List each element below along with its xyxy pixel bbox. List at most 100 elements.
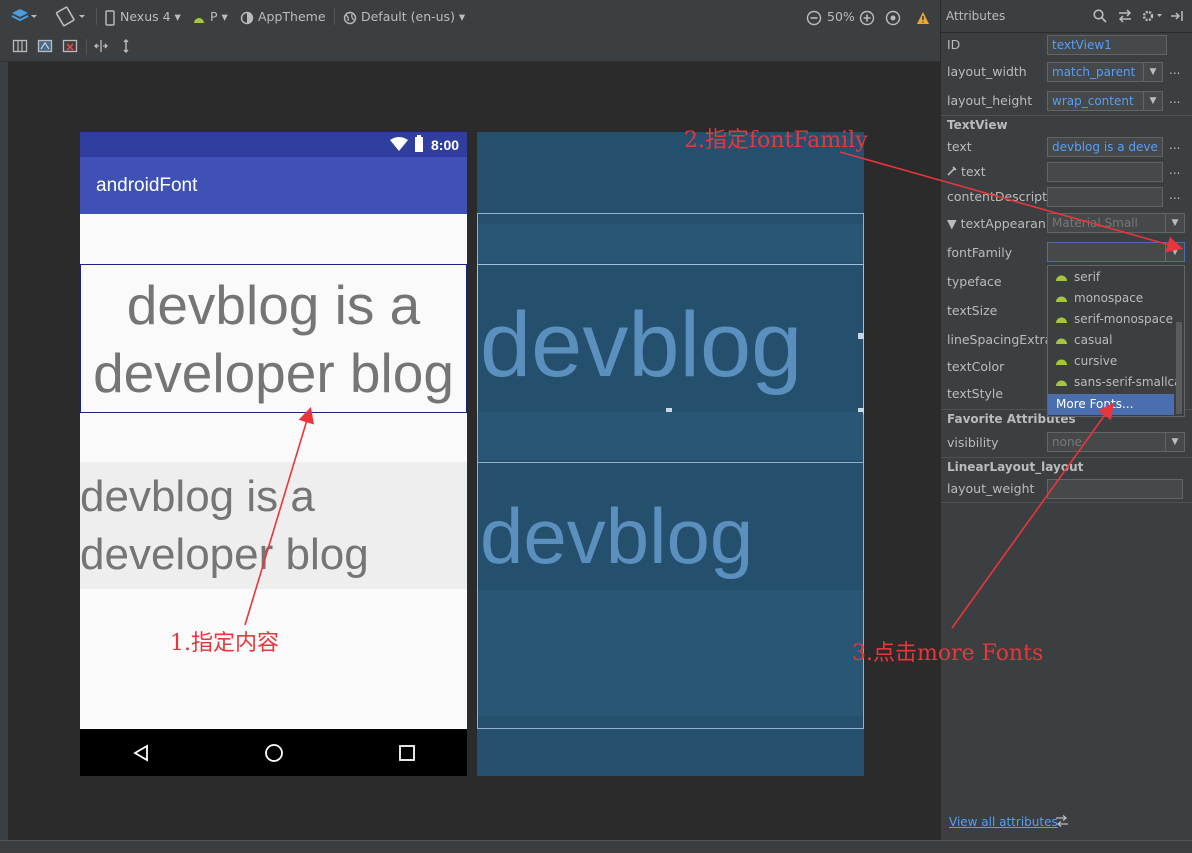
layout-height-more-button[interactable]: ... (1169, 92, 1180, 106)
font-option-monospace[interactable]: monospace (1048, 288, 1176, 309)
warning-icon[interactable] (916, 0, 930, 33)
zoom-fit-icon[interactable] (885, 0, 901, 33)
layout-width-select[interactable]: match_parent (1047, 62, 1149, 82)
blueprint-space-3 (478, 590, 863, 716)
zoom-in-icon[interactable] (859, 0, 875, 33)
tools-text-more-button[interactable]: ... (1169, 163, 1180, 177)
chevron-down-icon[interactable]: ▼ (1165, 432, 1185, 452)
more-fonts-item[interactable]: More Fonts... (1048, 394, 1174, 415)
app-bar: androidFont (80, 157, 467, 214)
navigation-bar (80, 729, 467, 776)
orientation-icon[interactable] (55, 0, 89, 33)
chevron-down-icon[interactable]: ▼ (1165, 242, 1185, 262)
visibility-select[interactable]: none (1047, 432, 1167, 452)
visibility-label: visibility (947, 435, 999, 450)
tools-text-label: text (961, 164, 986, 179)
textview-second[interactable]: devblog is a developer blog (80, 462, 467, 589)
dropdown-scrollbar[interactable] (1176, 322, 1182, 414)
android-icon (1056, 296, 1067, 302)
layout-height-select[interactable]: wrap_content (1047, 91, 1149, 111)
textview-selected[interactable]: devblog is a developer blog (80, 264, 467, 413)
android-icon (1056, 359, 1067, 365)
swap-icon[interactable] (1055, 815, 1069, 827)
battery-icon (415, 135, 423, 152)
text-appearance-select[interactable]: Material.Small (1047, 213, 1167, 233)
back-icon[interactable] (132, 744, 150, 762)
recents-icon[interactable] (398, 744, 416, 762)
font-option-casual[interactable]: casual (1048, 330, 1176, 351)
blueprint-space-1 (478, 224, 863, 262)
horizontal-guideline-icon[interactable] (93, 38, 109, 57)
annotation-step-3: 3.点击more Fonts (852, 641, 1044, 666)
text-label: text (947, 139, 972, 154)
typeface-label: typeface (947, 274, 1002, 289)
columns-icon[interactable] (12, 38, 28, 57)
attributes-panel: Attributes ID textView1 layout_width mat… (940, 0, 1192, 840)
text-color-label: textColor (947, 359, 1005, 374)
blueprint-textview1[interactable]: devblog (477, 264, 864, 413)
font-option-serif[interactable]: serif (1048, 267, 1176, 288)
wifi-icon (390, 137, 408, 151)
theme-icon (240, 11, 254, 24)
design-toolbar: Nexus 4 ▾ P ▾ AppTheme Default (en-us) ▾… (0, 0, 940, 34)
chevron-down-icon[interactable]: ▼ (1143, 91, 1163, 111)
textview1-text: devblog is a developer blog (93, 274, 454, 404)
text-more-button[interactable]: ... (1169, 138, 1180, 152)
locale-selector[interactable]: Default (en-us) ▾ (343, 0, 465, 33)
status-bar: 8:00 (80, 132, 467, 157)
settings-icon[interactable] (1141, 8, 1163, 24)
status-time: 8:00 (431, 137, 460, 153)
phone-preview[interactable]: 8:00 androidFont devblog is a developer … (80, 132, 467, 776)
device-selector[interactable]: Nexus 4 ▾ (104, 0, 181, 33)
content-description-field[interactable] (1047, 187, 1163, 207)
font-family-label: fontFamily (947, 245, 1013, 260)
font-option-serif-monospace[interactable]: serif-monospace (1048, 309, 1176, 330)
zoom-out-icon[interactable] (806, 0, 822, 33)
section-textview: TextView (947, 118, 1008, 132)
api-selector[interactable]: P ▾ (192, 0, 228, 33)
device-name: Nexus 4 (119, 9, 171, 24)
text-appearance-expander[interactable]: ▼ textAppearan (947, 216, 1046, 231)
blueprint-textview2[interactable]: devblog (477, 462, 864, 591)
font-family-dropdown[interactable]: serif monospace serif-monospace casual c… (1047, 265, 1185, 417)
chevron-down-icon[interactable]: ▼ (1165, 213, 1185, 233)
hide-panel-icon[interactable] (1169, 9, 1185, 23)
vertical-guideline-icon[interactable] (118, 38, 134, 57)
content-description-more-button[interactable]: ... (1169, 188, 1180, 202)
blueprint-text2: devblog (480, 492, 754, 580)
view-all-attributes-link[interactable]: View all attributes (949, 815, 1058, 829)
layout-weight-label: layout_weight (947, 481, 1035, 496)
resize-handle[interactable] (858, 333, 864, 339)
font-option-cursive[interactable]: cursive (1048, 351, 1176, 372)
chevron-down-icon[interactable]: ▼ (1143, 62, 1163, 82)
zoom-level: 50% (827, 9, 855, 24)
theme-selector[interactable]: AppTheme (240, 0, 326, 33)
swap-icon[interactable] (1117, 9, 1133, 23)
android-icon (1056, 380, 1067, 386)
section-linear-layout: LinearLayout_layout (947, 460, 1084, 474)
divider (941, 502, 1192, 503)
layout-weight-field[interactable] (1047, 479, 1183, 499)
globe-icon (343, 11, 357, 24)
attributes-header: Attributes (941, 0, 1192, 33)
android-icon (1056, 317, 1067, 323)
blueprint-preview[interactable]: devblog devblog (477, 132, 864, 776)
wrench-icon (947, 166, 957, 176)
font-option-sans-serif-smallcaps[interactable]: sans-serif-smallca (1048, 372, 1176, 393)
tools-text-field[interactable] (1047, 162, 1163, 182)
text-field[interactable]: devblog is a deve (1047, 137, 1163, 157)
font-family-select[interactable] (1047, 242, 1167, 262)
clear-constraints-icon[interactable] (62, 38, 78, 57)
id-label: ID (947, 37, 961, 52)
app-title: androidFont (96, 175, 198, 196)
bottom-status-bar (0, 840, 1192, 853)
layout-width-more-button[interactable]: ... (1169, 63, 1180, 77)
home-icon[interactable] (264, 743, 284, 763)
search-icon[interactable] (1093, 9, 1107, 23)
id-field[interactable]: textView1 (1047, 35, 1167, 55)
phone-icon (105, 9, 115, 26)
divider (941, 115, 1192, 116)
blueprint-toggle-icon[interactable] (37, 38, 53, 57)
annotation-step-1: 1.指定内容 (170, 631, 279, 656)
layers-icon[interactable] (10, 0, 38, 33)
